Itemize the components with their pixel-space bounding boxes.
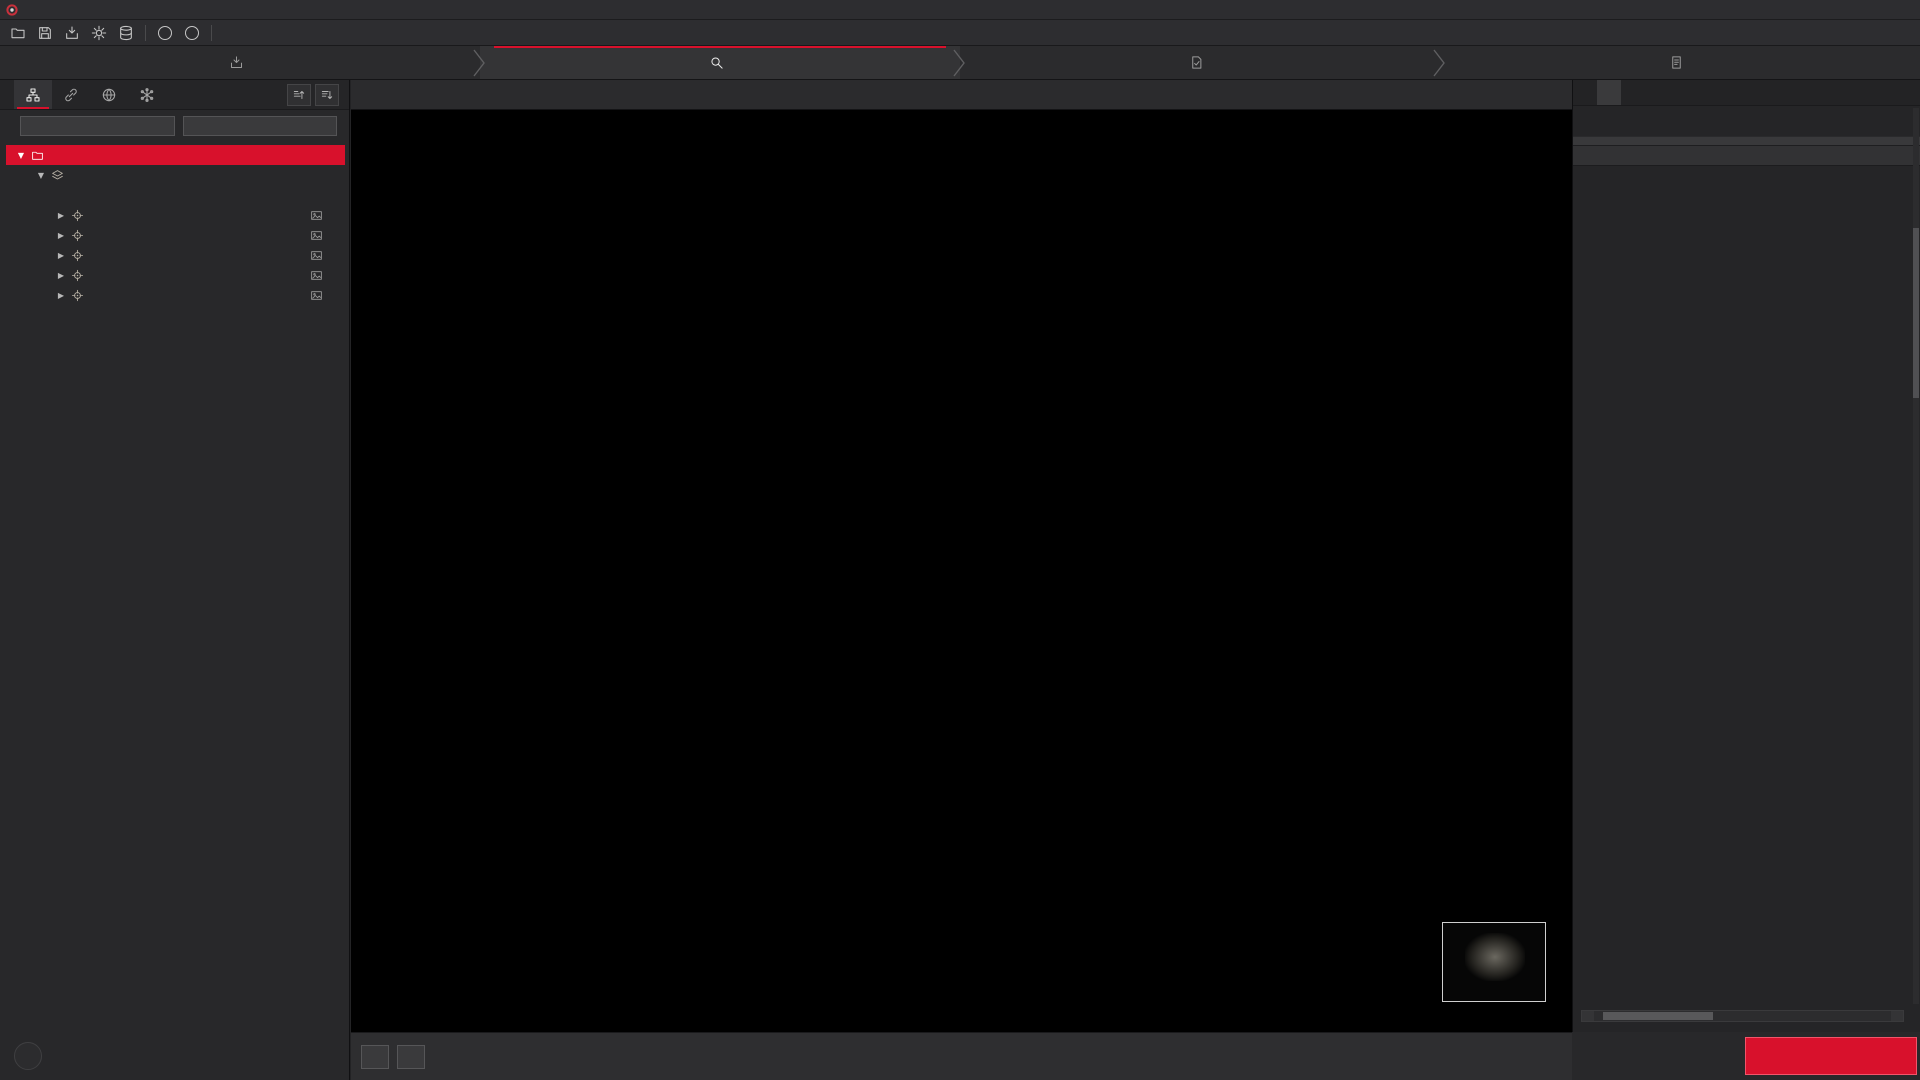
viewport xyxy=(351,80,1572,1032)
tree-expand-arrow[interactable]: ▶ xyxy=(54,211,68,220)
toolbar-separator xyxy=(145,25,146,41)
properties-tabs xyxy=(1573,80,1920,106)
open-icon[interactable] xyxy=(6,22,30,44)
target-icon xyxy=(68,269,86,282)
collapse-left-panel-handle[interactable] xyxy=(1,566,14,592)
doc-check-icon xyxy=(1189,55,1204,70)
tree-item[interactable]: ▼ xyxy=(6,145,345,165)
target-icon xyxy=(68,249,86,262)
sitemap-overlay[interactable] xyxy=(1442,922,1546,1002)
tree-expand-arrow[interactable]: ▶ xyxy=(54,231,68,240)
setup-photo-icon[interactable] xyxy=(310,289,323,302)
magnifier-icon xyxy=(709,55,724,70)
viewport-bottom-bar xyxy=(351,1032,1572,1080)
layers-icon xyxy=(48,169,66,182)
sort-descending-icon[interactable] xyxy=(315,84,339,106)
properties-panel xyxy=(1572,80,1920,1032)
window-controls xyxy=(1812,0,1920,20)
project-sidebar: ▼ ▼ ▶ ▶ ▶ ▶ ▶ xyxy=(0,80,350,1032)
help-icon[interactable] xyxy=(153,22,177,44)
sort-ascending-icon[interactable] xyxy=(287,84,311,106)
report-icon xyxy=(1669,55,1684,70)
tree-expand-arrow[interactable]: ▶ xyxy=(54,271,68,280)
folder-icon xyxy=(28,149,46,162)
sidebar-tab-links[interactable] xyxy=(52,80,90,109)
settings-icon[interactable] xyxy=(87,22,111,44)
show-hide-clouds-button[interactable] xyxy=(397,1045,425,1069)
tree-item[interactable]: ▶ xyxy=(6,265,345,285)
setup-photo-icon[interactable] xyxy=(310,229,323,242)
horizontal-scrollbar[interactable] xyxy=(1581,1010,1904,1022)
reapply-zone xyxy=(1572,1032,1920,1080)
target-icon xyxy=(68,229,86,242)
sidebar-tab-control[interactable] xyxy=(128,80,166,109)
toolbar-separator xyxy=(211,25,212,41)
sidebar-tab-actions xyxy=(287,80,349,109)
storage-icon[interactable] xyxy=(114,22,138,44)
column-error[interactable] xyxy=(1777,150,1837,162)
panel-layout-icon[interactable] xyxy=(1890,80,1920,105)
sitemap-thumbnail xyxy=(1465,933,1525,981)
workflow-tab-report[interactable] xyxy=(1440,46,1920,79)
menu-bar xyxy=(0,20,1920,46)
sidebar-tab-project-tree[interactable] xyxy=(14,80,52,109)
workflow-tab-finalize[interactable] xyxy=(960,46,1440,79)
tree-expand-arrow[interactable]: ▼ xyxy=(14,151,28,160)
app-window: ▼ ▼ ▶ ▶ ▶ ▶ ▶ xyxy=(0,0,1920,1080)
sidebar-tab-geo[interactable] xyxy=(90,80,128,109)
point-cloud-canvas[interactable] xyxy=(351,110,1572,1032)
workflow-tab-import[interactable] xyxy=(0,46,480,79)
tree-item[interactable]: ▶ xyxy=(6,205,345,225)
tree-item[interactable]: ▶ xyxy=(6,225,345,245)
app-logo-icon xyxy=(6,4,18,16)
tree-item[interactable]: ▶ xyxy=(6,245,345,265)
scene-svg xyxy=(351,110,1572,1032)
tree-expand-arrow[interactable]: ▶ xyxy=(54,291,68,300)
sidebar-tabs xyxy=(0,80,349,110)
tab-properties[interactable] xyxy=(1597,80,1621,105)
target-icon xyxy=(68,209,86,222)
redo-icon[interactable] xyxy=(246,22,270,44)
delete-setups-button[interactable] xyxy=(361,1045,389,1069)
collapse-all-button[interactable] xyxy=(183,116,338,136)
viewport-toolbar xyxy=(351,80,1572,110)
save-icon[interactable] xyxy=(33,22,57,44)
collapse-right-panel-handle[interactable] xyxy=(1907,548,1919,574)
tree-expand-arrow[interactable]: ▼ xyxy=(34,171,48,180)
section-control-constraints xyxy=(1573,136,1920,146)
import-icon xyxy=(229,55,244,70)
setup-photo-icon[interactable] xyxy=(310,249,323,262)
scroll-right-arrow[interactable] xyxy=(1891,1011,1903,1021)
tree-item[interactable]: ▼ xyxy=(6,165,345,185)
close-button[interactable] xyxy=(1884,0,1920,20)
tree-item[interactable] xyxy=(6,185,345,205)
collapse-bundle-button[interactable] xyxy=(20,116,175,136)
import-icon[interactable] xyxy=(60,22,84,44)
collapse-row xyxy=(0,110,349,142)
dismiss-hint-button[interactable] xyxy=(1538,1045,1562,1069)
reapply-control-button[interactable] xyxy=(1745,1037,1917,1075)
project-tree: ▼ ▼ ▶ ▶ ▶ ▶ ▶ xyxy=(0,142,349,305)
constraints-table-header xyxy=(1573,146,1920,166)
workflow-tab-review-and-optimize[interactable] xyxy=(480,46,960,79)
sidebar-footer xyxy=(0,1032,350,1080)
maximize-button[interactable] xyxy=(1848,0,1884,20)
undo-icon[interactable] xyxy=(219,22,243,44)
scroll-thumb[interactable] xyxy=(1603,1012,1713,1020)
workflow-ribbon xyxy=(0,46,1920,80)
tab-assistant[interactable] xyxy=(1573,80,1597,105)
tree-item[interactable]: ▶ xyxy=(6,285,345,305)
setup-photo-icon[interactable] xyxy=(310,209,323,222)
mean-error-row xyxy=(1573,124,1920,128)
info-icon[interactable] xyxy=(180,22,204,44)
previous-button[interactable] xyxy=(14,1042,42,1070)
minimize-button[interactable] xyxy=(1812,0,1848,20)
target-icon xyxy=(68,289,86,302)
tree-expand-arrow[interactable]: ▶ xyxy=(54,251,68,260)
scroll-left-arrow[interactable] xyxy=(1582,1011,1594,1021)
title-bar xyxy=(0,0,1920,20)
setup-photo-icon[interactable] xyxy=(310,269,323,282)
